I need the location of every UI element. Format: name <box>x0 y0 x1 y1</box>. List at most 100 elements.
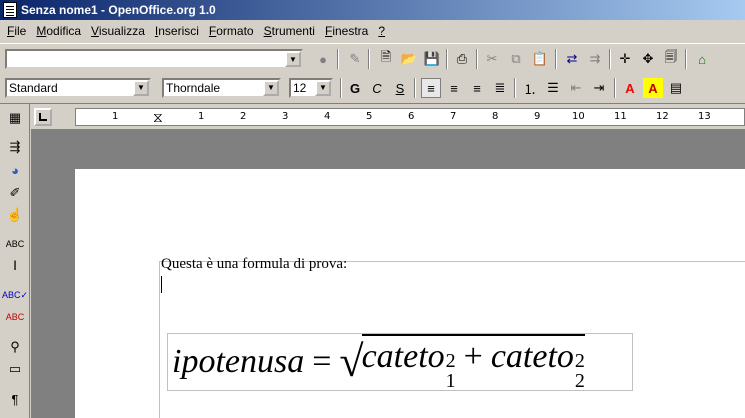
numbering-icon[interactable]: ⒈ <box>520 78 540 98</box>
undo-icon[interactable]: ⇄ <box>562 49 582 69</box>
edit-file-icon[interactable]: ✎ <box>345 49 365 69</box>
tab-stop-selector[interactable] <box>34 108 52 126</box>
document-text[interactable]: Questa è una formula di prova: <box>161 256 347 273</box>
highlight-button[interactable]: A <box>643 78 663 98</box>
italic-button[interactable]: C <box>367 78 387 98</box>
chevron-down-icon[interactable]: ▼ <box>263 80 279 96</box>
align-center-icon[interactable]: ≡ <box>444 78 464 98</box>
paste-icon[interactable]: 📋 <box>530 49 550 69</box>
text-cursor <box>161 276 162 293</box>
spellcheck-icon[interactable]: ABC✓ <box>2 285 28 305</box>
formula-term2-sub: 2 <box>574 369 585 392</box>
bold-button[interactable]: G <box>345 78 365 98</box>
stop-icon[interactable]: ● <box>313 49 333 69</box>
formula-term1: cateto <box>361 337 445 375</box>
document-icon[interactable] <box>3 2 17 18</box>
decrease-indent-icon[interactable]: ⇤ <box>566 78 586 98</box>
underline-button[interactable]: S <box>390 78 410 98</box>
insert-table-icon[interactable]: ▦ <box>5 108 25 128</box>
menu-formato[interactable]: Formato <box>204 24 259 38</box>
menu-help[interactable]: ? <box>373 24 390 38</box>
menu-inserisci[interactable]: Inserisci <box>150 24 204 38</box>
chevron-down-icon[interactable]: ▼ <box>285 51 301 67</box>
chevron-down-icon[interactable]: ▼ <box>133 80 149 96</box>
formula-plus: + <box>463 337 483 375</box>
font-name-select[interactable]: Thorndale ▼ <box>162 78 281 98</box>
ruler-label: 8 <box>492 111 499 122</box>
background-color-icon[interactable]: ▤ <box>666 78 686 98</box>
open-folder-icon[interactable]: 📂 <box>399 49 419 69</box>
toolbar-separator <box>340 78 342 98</box>
toolbar-separator <box>476 49 478 69</box>
autocomplete-icon[interactable]: ABC <box>5 234 25 254</box>
menu-modifica[interactable]: Modifica <box>31 24 86 38</box>
formula-term1-scripts: 2 1 <box>446 351 456 391</box>
formula-term1-sup: 2 <box>445 349 456 372</box>
ruler-label: 3 <box>282 111 289 122</box>
toolbar-separator <box>555 49 557 69</box>
bullets-icon[interactable]: ☰ <box>543 78 563 98</box>
copy-icon[interactable]: ⧉ <box>506 49 526 69</box>
form-functions-icon[interactable]: ☝ <box>5 205 25 225</box>
print-icon[interactable]: ⎙ <box>452 49 472 69</box>
paragraph-style-value: Standard <box>9 81 58 95</box>
menu-file[interactable]: File <box>2 24 31 38</box>
formula-equals: = <box>312 343 332 380</box>
data-sources-icon[interactable]: ⌂ <box>692 49 712 69</box>
ruler-label: 12 <box>656 111 669 122</box>
horizontal-ruler[interactable]: ⧖ 1 1 2 3 4 5 6 7 8 9 10 11 12 13 <box>75 108 745 126</box>
data-source-view-icon[interactable]: ▭ <box>5 359 25 379</box>
align-left-icon[interactable]: ≡ <box>421 78 441 98</box>
toolbar-separator <box>685 49 687 69</box>
sqrt-symbol: √ <box>339 337 364 386</box>
menu-visualizza[interactable]: Visualizza <box>86 24 150 38</box>
formula-radicand: cateto 2 1 + cateto 2 2 <box>361 333 585 392</box>
document-workspace: Questa è una formula di prova: ipotenusa… <box>31 129 745 418</box>
nonprinting-characters-icon[interactable]: ¶ <box>5 389 25 409</box>
draw-functions-icon[interactable]: ✐ <box>5 183 25 203</box>
text-cursor-icon[interactable]: Ⅰ <box>5 256 25 276</box>
increase-indent-icon[interactable]: ⇥ <box>589 78 609 98</box>
stylist-icon[interactable]: ✥ <box>638 49 658 69</box>
find-replace-icon[interactable]: ⚲ <box>5 337 25 357</box>
ruler-label: 2 <box>240 111 247 122</box>
navigator-icon[interactable]: ✛ <box>615 49 635 69</box>
new-document-icon[interactable]: 🗎 <box>376 49 396 69</box>
cut-icon[interactable]: ✂ <box>482 49 502 69</box>
menu-strumenti[interactable]: Strumenti <box>259 24 320 38</box>
ruler-label: 9 <box>534 111 541 122</box>
gallery-icon[interactable]: 🗐 <box>661 49 681 69</box>
font-color-button[interactable]: A <box>620 78 640 98</box>
formula-term2: cateto <box>490 337 574 375</box>
paragraph-style-select[interactable]: Standard ▼ <box>5 78 151 98</box>
toolbar-separator <box>368 49 370 69</box>
ruler-label: 5 <box>366 111 373 122</box>
formula-term2-sup: 2 <box>574 349 585 372</box>
toolbar-separator <box>337 49 339 69</box>
save-icon[interactable]: 💾 <box>422 49 442 69</box>
document-page[interactable]: Questa è una formula di prova: ipotenusa… <box>75 169 745 418</box>
insert-object-icon[interactable]: ◕ <box>5 160 25 180</box>
main-toolbar: ▦ ⇶ ◕ ✐ ☝ ABC Ⅰ ABC✓ ABC ⚲ ▭ ¶ <box>0 104 30 418</box>
ruler-label: 6 <box>408 111 415 122</box>
ruler-label: 7 <box>450 111 457 122</box>
font-size-select[interactable]: 12 ▼ <box>289 78 333 98</box>
ruler-label: 11 <box>614 111 627 122</box>
align-right-icon[interactable]: ≡ <box>467 78 487 98</box>
toolbar-separator <box>609 49 611 69</box>
formula-object[interactable]: ipotenusa = √ cateto 2 1 + cateto 2 2 <box>167 333 633 391</box>
text-boundary <box>159 261 160 418</box>
url-input[interactable]: ▼ <box>5 49 303 69</box>
chevron-down-icon[interactable]: ▼ <box>315 80 331 96</box>
redo-icon[interactable]: ⇉ <box>585 49 605 69</box>
autospellcheck-icon[interactable]: ABC <box>5 307 25 327</box>
justify-icon[interactable]: ≣ <box>490 78 510 98</box>
toolbar-separator <box>514 78 516 98</box>
insert-fields-icon[interactable]: ⇶ <box>5 137 25 157</box>
title-bar[interactable]: Senza nome1 - OpenOffice.org 1.0 <box>0 0 745 20</box>
function-toolbar: ▼ ● ✎ 🗎 📂 💾 ⎙ ✂ ⧉ 📋 ⇄ ⇉ ✛ ✥ 🗐 ⌂ <box>0 43 745 73</box>
menu-bar: File Modifica Visualizza Inserisci Forma… <box>0 20 745 42</box>
formula-term1-sub: 1 <box>445 369 456 392</box>
indent-marker-icon[interactable]: ⧖ <box>153 109 163 125</box>
menu-finestra[interactable]: Finestra <box>320 24 373 38</box>
